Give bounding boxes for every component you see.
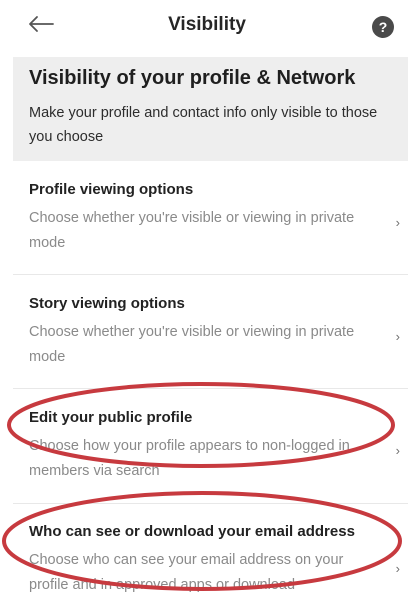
visibility-settings-screen: Visibility ? Visibility of your profile … — [6, 0, 408, 600]
chevron-right-icon: › — [395, 443, 400, 458]
section-heading: Visibility of your profile & Network — [29, 67, 356, 89]
setting-email-address-visibility[interactable]: Who can see or download your email addre… — [13, 523, 408, 600]
setting-description: Choose who can see your email address on… — [29, 552, 344, 593]
setting-title: Profile viewing options — [29, 181, 194, 198]
divider — [13, 274, 408, 275]
screen-title: Visibility — [168, 14, 246, 35]
setting-description: Choose whether you're visible or viewing… — [29, 324, 355, 365]
setting-profile-viewing-options[interactable]: Profile viewing options Choose whether y… — [13, 181, 408, 265]
chevron-right-icon: › — [395, 561, 400, 576]
divider — [13, 503, 408, 504]
help-icon[interactable]: ? — [372, 16, 394, 38]
setting-title: Edit your public profile — [29, 409, 193, 426]
setting-title: Story viewing options — [29, 295, 185, 312]
setting-description: Choose how your profile appears to non-l… — [29, 438, 350, 479]
visibility-intro-section: Visibility of your profile & Network Mak… — [13, 57, 408, 161]
setting-title: Who can see or download your email addre… — [29, 523, 355, 540]
chevron-right-icon: › — [395, 215, 400, 230]
setting-edit-public-profile[interactable]: Edit your public profile Choose how your… — [13, 409, 408, 493]
setting-description: Choose whether you're visible or viewing… — [29, 210, 355, 251]
section-description: Make your profile and contact info only … — [29, 105, 378, 145]
setting-story-viewing-options[interactable]: Story viewing options Choose whether you… — [13, 295, 408, 379]
divider — [13, 388, 408, 389]
chevron-right-icon: › — [395, 329, 400, 344]
top-app-bar: Visibility ? — [6, 0, 408, 52]
